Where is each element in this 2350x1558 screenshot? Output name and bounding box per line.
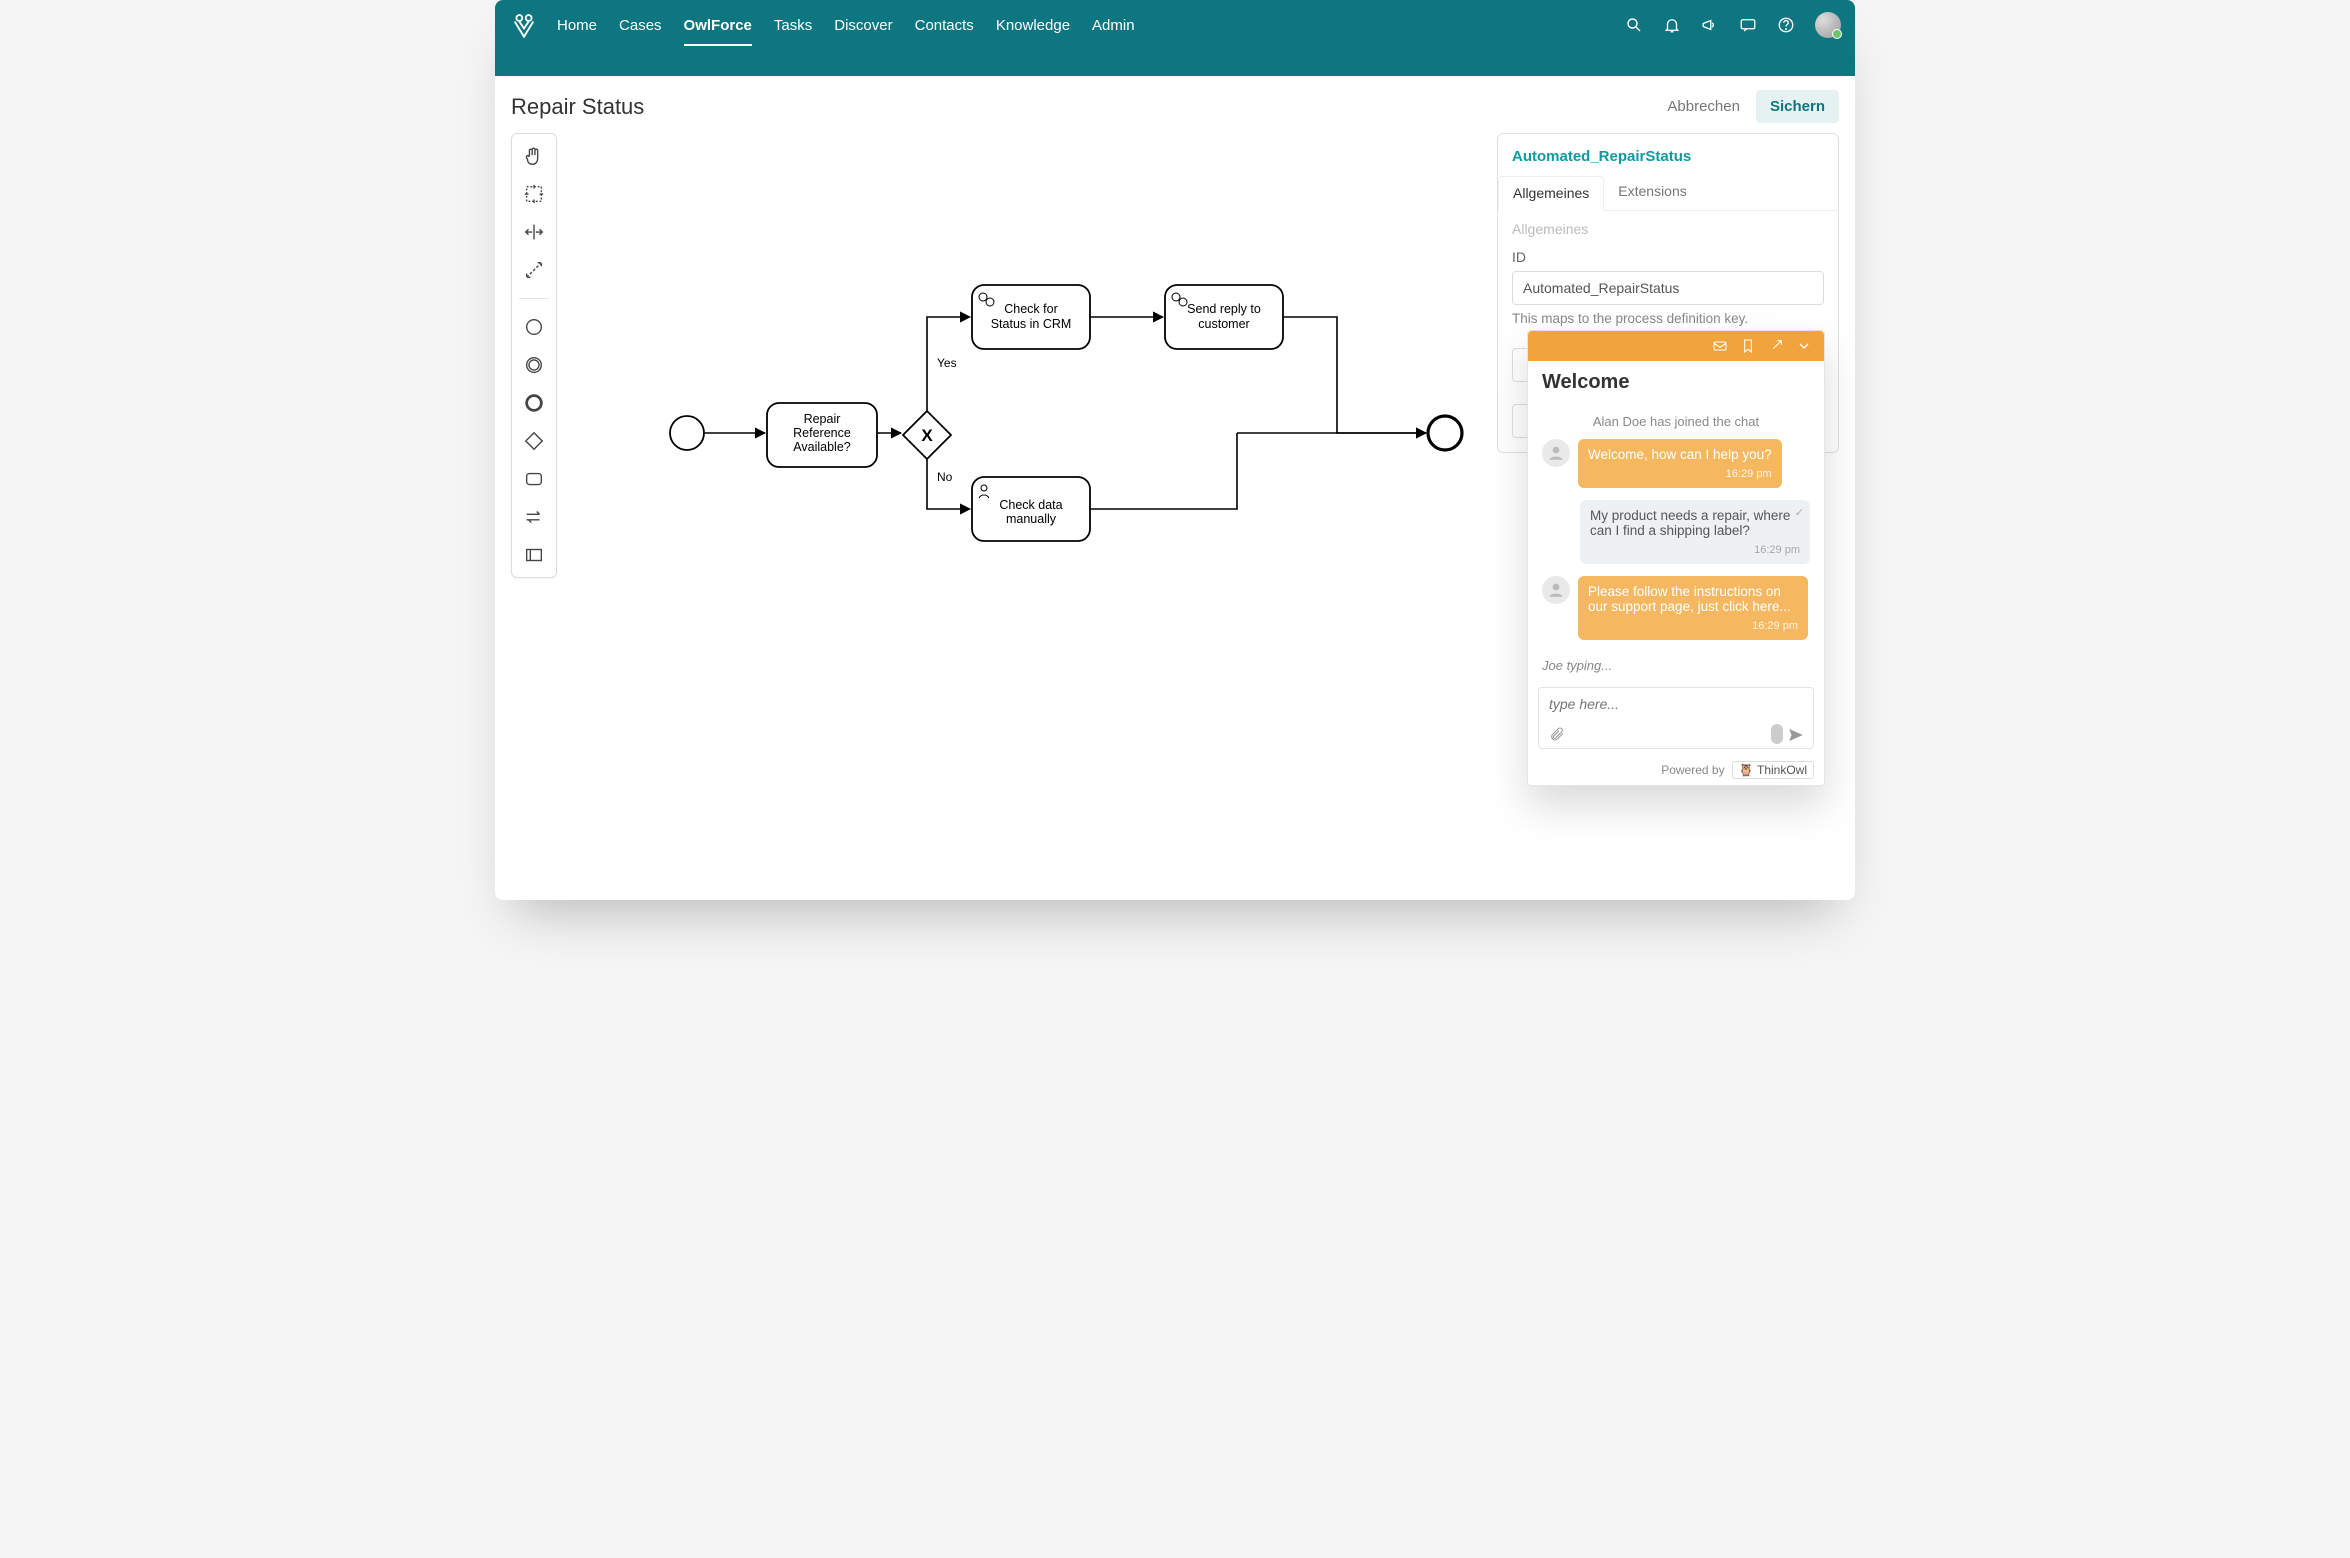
chat-body[interactable]: Alan Doe has joined the chat Welcome, ho… <box>1528 404 1824 658</box>
hand-tool-icon[interactable] <box>522 144 546 168</box>
exclusive-gateway[interactable]: X <box>903 411 951 459</box>
space-tool-icon[interactable] <box>522 220 546 244</box>
chat-title: Welcome <box>1528 361 1824 404</box>
chat-powered-by: Powered by 🦉 ThinkOwl <box>1528 757 1824 785</box>
agent-avatar-icon <box>1542 576 1570 604</box>
sub-header: Repair Status Abbrechen Sichern <box>495 76 1855 133</box>
attachment-icon[interactable] <box>1549 726 1565 742</box>
edge-label-no: No <box>937 470 953 484</box>
section-general-label: Allgemeines <box>1512 221 1824 237</box>
palette-separator <box>519 298 550 299</box>
topbar-actions <box>1625 12 1841 38</box>
svg-text:Send reply to: Send reply to <box>1187 302 1261 316</box>
svg-text:customer: customer <box>1198 317 1249 331</box>
task-check-manual[interactable]: Check data manually <box>972 477 1090 541</box>
svg-text:Repair: Repair <box>804 412 841 426</box>
chat-icon[interactable] <box>1739 16 1757 34</box>
end-event-icon[interactable] <box>522 391 546 415</box>
chat-msg-time: 16:29 pm <box>1590 544 1800 556</box>
tab-extensions[interactable]: Extensions <box>1604 175 1700 210</box>
svg-text:Reference: Reference <box>793 426 851 440</box>
chat-message-agent: Welcome, how can I help you? 16:29 pm <box>1542 439 1810 488</box>
bpmn-palette <box>511 133 557 578</box>
agent-avatar-icon <box>1542 439 1570 467</box>
save-button[interactable]: Sichern <box>1756 90 1839 123</box>
id-input[interactable] <box>1512 271 1824 305</box>
id-label: ID <box>1512 249 1824 265</box>
chat-msg-time: 16:29 pm <box>1588 620 1798 632</box>
svg-text:Check for: Check for <box>1004 302 1058 316</box>
gateway-icon[interactable] <box>522 429 546 453</box>
task-repair-reference[interactable]: Repair Reference Available? <box>767 403 877 467</box>
chat-toolbar <box>1528 331 1824 361</box>
chat-msg-text: My product needs a repair, where can I f… <box>1590 508 1790 538</box>
mic-icon[interactable] <box>1771 724 1783 744</box>
task-send-reply[interactable]: Send reply to customer <box>1165 285 1283 349</box>
brand-tag[interactable]: 🦉 ThinkOwl <box>1732 761 1814 779</box>
bell-icon[interactable] <box>1663 16 1681 34</box>
page-title: Repair Status <box>511 94 644 120</box>
help-icon[interactable] <box>1777 16 1795 34</box>
nav-knowledge[interactable]: Knowledge <box>996 5 1070 46</box>
checkmark-icon: ✓ <box>1795 506 1804 519</box>
chat-msg-text: Welcome, how can I help you? <box>1588 447 1772 462</box>
chat-message-agent: Please follow the instructions on our su… <box>1542 576 1810 640</box>
chat-message-user: My product needs a repair, where can I f… <box>1542 500 1810 564</box>
data-flow-icon[interactable] <box>522 505 546 529</box>
intermediate-event-icon[interactable] <box>522 353 546 377</box>
nav-cases[interactable]: Cases <box>619 5 662 46</box>
header-stripe <box>495 50 1855 76</box>
properties-tabs: Allgemeines Extensions <box>1498 175 1838 211</box>
nav-tasks[interactable]: Tasks <box>774 5 812 46</box>
chat-msg-time: 16:29 pm <box>1588 468 1772 480</box>
popout-icon[interactable] <box>1768 338 1784 354</box>
nav-contacts[interactable]: Contacts <box>915 5 974 46</box>
task-icon[interactable] <box>522 467 546 491</box>
cancel-button[interactable]: Abbrechen <box>1667 98 1740 115</box>
lasso-tool-icon[interactable] <box>522 182 546 206</box>
lane-icon[interactable] <box>522 543 546 567</box>
app-shell: Home Cases OwlForce Tasks Discover Conta… <box>495 0 1855 900</box>
nav-home[interactable]: Home <box>557 5 597 46</box>
mail-icon[interactable] <box>1712 338 1728 354</box>
properties-title: Automated_RepairStatus <box>1512 144 1824 175</box>
app-logo[interactable] <box>509 10 539 40</box>
svg-text:manually: manually <box>1006 512 1057 526</box>
id-hint: This maps to the process definition key. <box>1512 311 1824 326</box>
search-icon[interactable] <box>1625 16 1643 34</box>
chat-input[interactable] <box>1549 696 1803 712</box>
bookmark-icon[interactable] <box>1740 338 1756 354</box>
nav-list: Home Cases OwlForce Tasks Discover Conta… <box>557 5 1135 46</box>
start-event-node[interactable] <box>670 416 704 450</box>
svg-text:X: X <box>921 426 933 445</box>
edge-label-yes: Yes <box>937 356 957 370</box>
send-icon[interactable] <box>1787 726 1803 742</box>
chevron-down-icon[interactable] <box>1796 338 1812 354</box>
megaphone-icon[interactable] <box>1701 16 1719 34</box>
svg-text:Status in CRM: Status in CRM <box>991 317 1072 331</box>
top-nav: Home Cases OwlForce Tasks Discover Conta… <box>495 0 1855 50</box>
end-event-node[interactable] <box>1428 416 1462 450</box>
chat-system-message: Alan Doe has joined the chat <box>1542 410 1810 439</box>
tab-general[interactable]: Allgemeines <box>1498 176 1604 211</box>
svg-text:Check data: Check data <box>999 498 1062 512</box>
svg-text:Available?: Available? <box>793 440 851 454</box>
chat-msg-text: Please follow the instructions on our su… <box>1588 584 1791 614</box>
nav-owlforce[interactable]: OwlForce <box>684 5 752 46</box>
connect-tool-icon[interactable] <box>522 258 546 282</box>
nav-admin[interactable]: Admin <box>1092 5 1135 46</box>
user-avatar[interactable] <box>1815 12 1841 38</box>
chat-widget: Welcome Alan Doe has joined the chat Wel… <box>1527 330 1825 786</box>
chat-input-area <box>1538 687 1814 749</box>
start-event-icon[interactable] <box>522 315 546 339</box>
nav-discover[interactable]: Discover <box>834 5 892 46</box>
diagram-canvas[interactable]: Repair Reference Available? X Check for … <box>557 133 1497 883</box>
chat-typing-indicator: Joe typing... <box>1528 658 1824 681</box>
task-check-crm[interactable]: Check for Status in CRM <box>972 285 1090 349</box>
